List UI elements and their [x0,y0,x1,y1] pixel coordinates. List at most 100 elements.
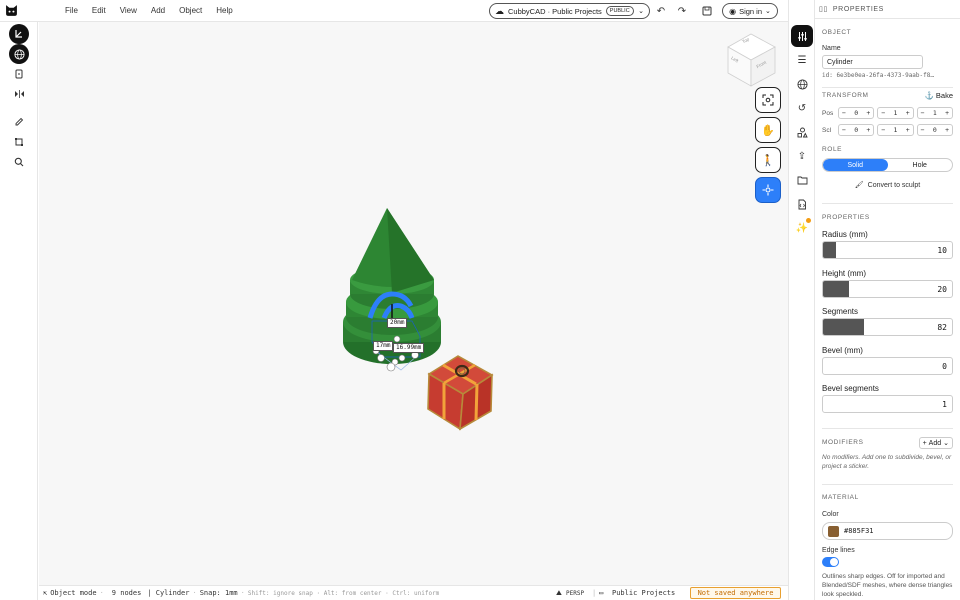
chevron-down-icon: ⌄ [943,440,949,447]
sliders-icon[interactable] [791,25,813,47]
import-file-icon[interactable] [9,64,29,84]
menu-edit[interactable]: Edit [85,6,113,15]
scl-y-stepper[interactable]: −1 + [877,124,914,136]
bounding-box-icon[interactable] [9,132,29,152]
scl-x-stepper[interactable]: −0 + [838,124,875,136]
pos-x-stepper[interactable]: −0 + [838,107,875,119]
modifiers-section: MODIFIERS + Add ⌄ No modifiers. Add one … [822,437,953,471]
color-swatch[interactable] [828,525,839,537]
height-slider[interactable]: 20 [822,279,953,298]
status-camera[interactable]: PERSP [566,590,584,597]
convert-to-sculpt-button[interactable]: 🖌 Convert to sculpt [822,178,953,192]
pos-label: Pos [822,109,834,117]
gift-box-model[interactable] [427,355,494,431]
edge-lines-toggle[interactable] [822,557,839,567]
radius-label: Radius (mm) [822,230,868,239]
globe-icon[interactable] [791,73,813,95]
property-item: Bevel (mm) 0 [822,346,953,385]
height-fill [823,280,849,297]
3d-viewport[interactable]: Top Left Front 20mm 17mm 16.99mm ✋ 🚶 [39,22,788,585]
material-section: MATERIAL Color #885F31 Edge lines Outlin… [822,494,953,599]
status-snap[interactable]: Snap: 1mm [200,589,238,597]
outliner-tree-icon[interactable]: ☰ [791,49,813,71]
shapes-icon[interactable] [791,121,813,143]
menu-bar: File Edit View Add Object Help [58,6,240,15]
scl-z-stepper[interactable]: −0 + [916,124,953,136]
bevel-value: 0 [942,361,947,371]
status-hint: Shift: ignore snap · Alt: from center · … [247,589,440,597]
not-saved-badge[interactable]: Not saved anywhere [690,587,781,599]
undo-icon[interactable]: ↶ [655,5,667,17]
transform-section: TRANSFORM ⚓ Bake Pos −0 + −1 + −1 + Scl −0 +… [822,91,953,137]
bake-button[interactable]: ⚓ Bake [925,91,953,100]
folder-icon[interactable] [791,169,813,191]
sign-in-label: Sign in [739,6,763,16]
brush-icon: 🖌 [854,182,864,189]
panel-title: PROPERTIES [832,5,884,13]
menu-help[interactable]: Help [209,6,239,15]
menu-add[interactable]: Add [144,6,172,15]
save-icon[interactable] [701,5,713,17]
role-toggle: Solid Hole [822,158,953,172]
object-id: id: 6e3be0ea-26fa-4373-9aab-f8… [822,72,934,79]
history-icon[interactable]: ↺ [791,97,813,119]
radius-fill [823,242,836,258]
search-icon[interactable] [9,152,29,172]
radius-slider[interactable]: 10 [822,241,953,259]
cat-logo-icon[interactable] [0,0,22,22]
bevel-slider[interactable]: 0 [822,356,953,375]
pos-z-stepper[interactable]: −1 + [916,107,953,119]
bevel-segments-value: 1 [942,400,947,409]
frame-selection-button[interactable] [755,87,781,113]
add-modifier-button[interactable]: + Add ⌄ [918,437,953,449]
top-bar: File Edit View Add Object Help ☁ CubbyCA… [0,0,788,22]
segments-fill [823,319,865,335]
scene-canvas[interactable] [39,22,788,585]
project-selector[interactable]: ☁ CubbyCAD · Public Projects PUBLIC ⌄ [489,3,650,19]
status-nodes: 9 nodes [111,589,142,597]
top-actions: ↶ ↷ ◉ Sign in ⌄ [655,3,778,19]
sign-in-button[interactable]: ◉ Sign in ⌄ [722,3,778,19]
dimension-width-label[interactable]: 20mm [387,318,408,328]
pos-y-stepper[interactable]: −1 + [877,107,914,119]
role-hole-button[interactable]: Hole [888,159,953,171]
name-input[interactable]: Cylinder [822,55,923,69]
pan-hand-icon[interactable]: ✋ [755,117,781,143]
segments-label: Segments [822,307,859,316]
role-solid-button[interactable]: Solid [823,159,888,171]
segments-slider[interactable]: 82 [822,318,953,336]
panel-header: ▯▯ PROPERTIES [815,0,960,19]
dimension-height-label[interactable]: 17mm [373,341,394,351]
bake-label: Bake [935,91,953,100]
sparkle-ai-icon[interactable]: ✨ [791,217,813,239]
menu-file[interactable]: File [58,6,85,15]
object-section-title: OBJECT [822,29,852,36]
walk-person-icon[interactable]: 🚶 [755,147,781,173]
dimension-diagonal-label[interactable]: 16.99mm [393,343,425,353]
globe-icon[interactable] [9,44,29,64]
role-section-title: ROLE [822,146,843,153]
scl-label: Scl [822,126,832,134]
menu-object[interactable]: Object [172,6,209,15]
redo-icon[interactable]: ↷ [676,5,688,17]
mirror-icon[interactable] [9,84,29,104]
radius-value: 10 [937,246,947,255]
code-file-icon[interactable] [791,193,813,215]
project-title: CubbyCAD · Public Projects [508,6,602,16]
color-hex-value[interactable]: #885F31 [844,527,874,535]
upload-icon[interactable]: ⇪ [791,145,813,167]
panel-toggle-icon[interactable]: ▯▯ [819,5,828,13]
orbit-gizmo-button[interactable] [755,177,781,203]
menu-view[interactable]: View [113,6,144,15]
select-tool-icon[interactable] [9,24,29,44]
height-label: Height (mm) [822,268,867,278]
property-item: Segments 82 [822,307,953,346]
name-label: Name [822,45,841,52]
height-value: 20 [937,284,947,294]
color-picker[interactable]: #885F31 [822,522,953,540]
pencil-icon[interactable] [9,112,29,132]
bevel-segments-label: Bevel segments [822,384,879,393]
status-project[interactable]: Public Projects [612,589,675,597]
status-mode: Object mode [50,589,97,597]
bevel-segments-slider[interactable]: 1 [822,395,953,413]
